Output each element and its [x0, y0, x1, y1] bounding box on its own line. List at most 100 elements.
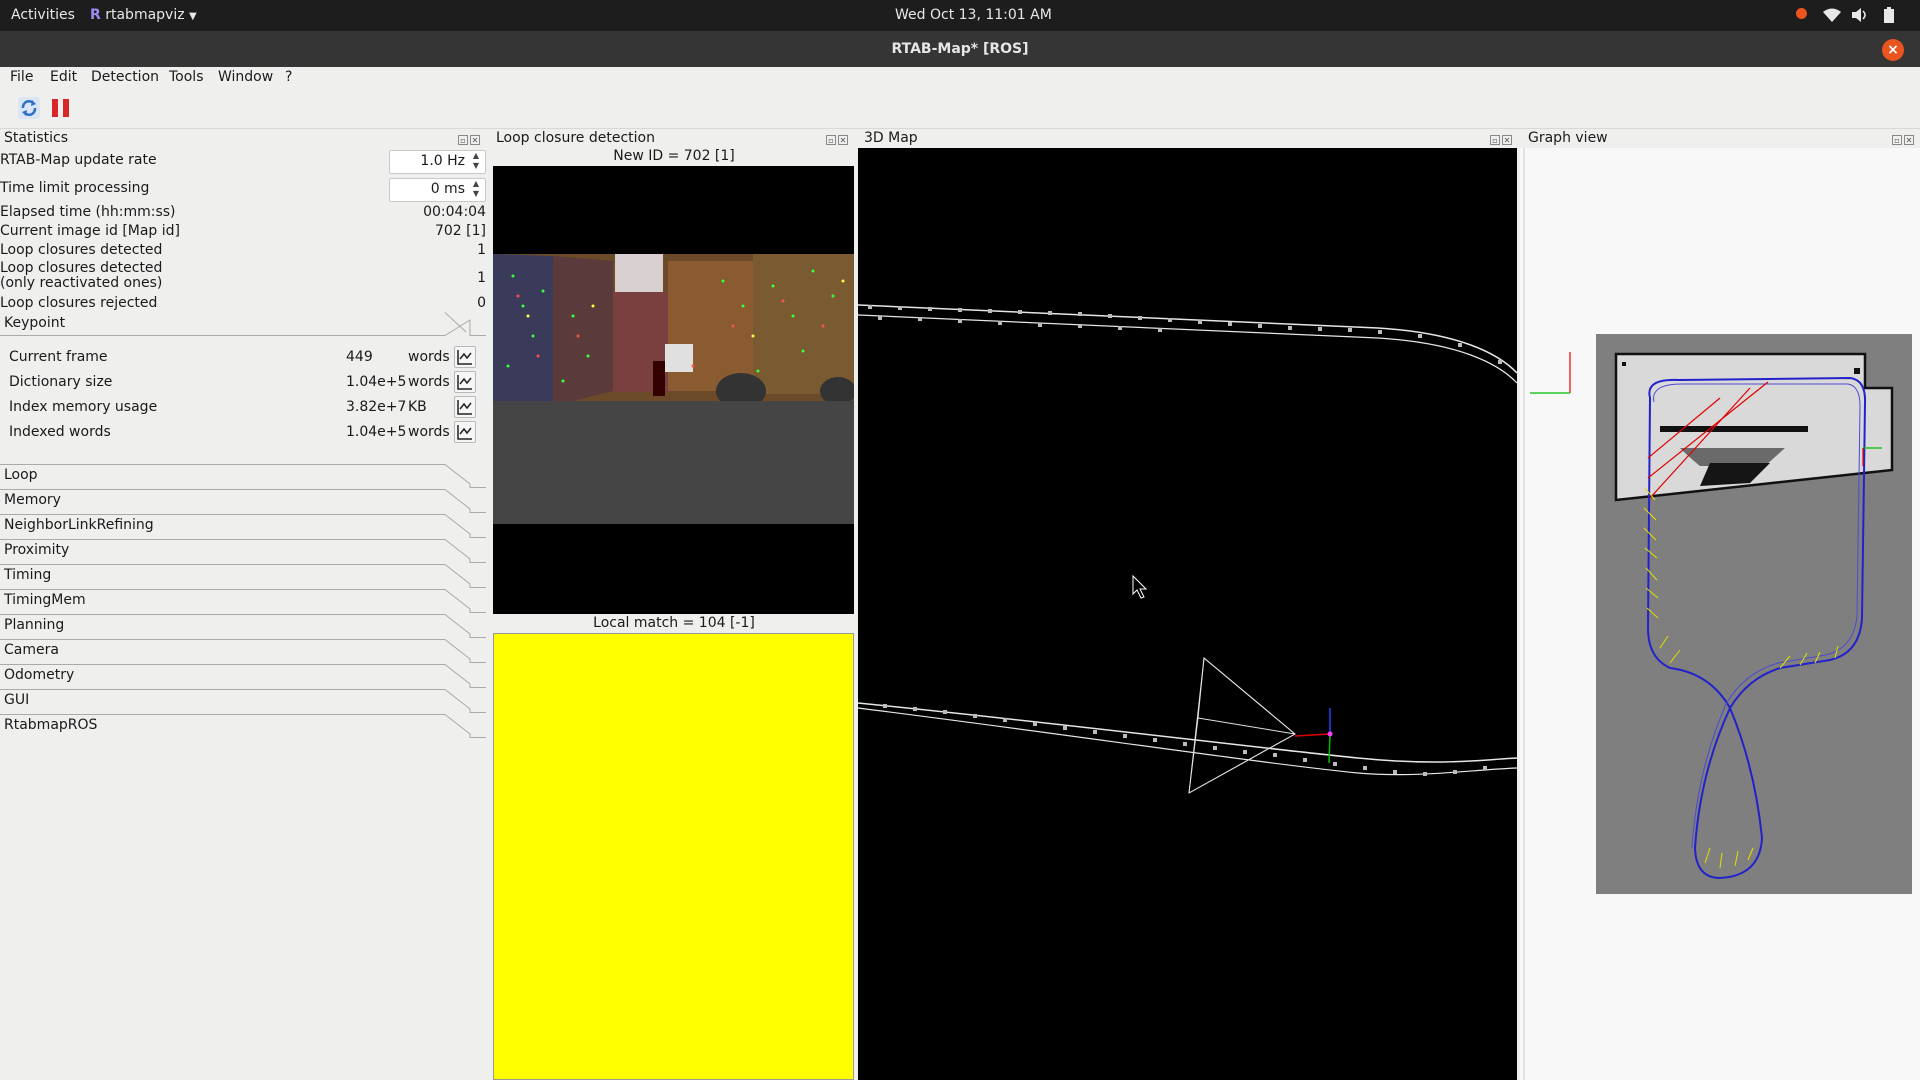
menu-bar: File Edit Detection Tools Window ? — [0, 67, 1920, 89]
section-tab-outline — [0, 312, 486, 336]
camera-image-view[interactable] — [493, 166, 854, 614]
local-match-view[interactable] — [493, 633, 854, 1080]
float-dock-icon[interactable]: ▫ — [826, 135, 836, 145]
menu-file[interactable]: File — [10, 69, 33, 85]
time-limit-spinbox[interactable]: 0 ms ▲ ▼ — [389, 178, 486, 202]
update-rate-value: 1.0 Hz — [420, 153, 465, 169]
update-rate-spinbox[interactable]: 1.0 Hz ▲ ▼ — [389, 150, 486, 174]
app-icon: R — [90, 7, 101, 23]
map3d-dock-title[interactable]: 3D Map — [864, 128, 918, 148]
section-planning[interactable]: Planning — [0, 614, 486, 638]
menu-tools[interactable]: Tools — [169, 69, 204, 85]
loop-rejected-value: 0 — [477, 295, 486, 311]
plot-icon — [457, 400, 472, 415]
statistics-dock-title[interactable]: Statistics — [4, 128, 68, 148]
recording-indicator-icon[interactable] — [1796, 8, 1807, 19]
section-odometry-title: Odometry — [4, 667, 75, 683]
graph-view[interactable] — [1520, 148, 1920, 1080]
spin-arrows-icon[interactable]: ▲ ▼ — [469, 179, 483, 199]
loop-reactivated-value: 1 — [477, 270, 486, 286]
time-limit-value: 0 ms — [430, 181, 465, 197]
time-limit-label: Time limit processing — [0, 180, 150, 196]
section-memory[interactable]: Memory — [0, 489, 486, 513]
section-camera[interactable]: Camera — [0, 639, 486, 663]
section-proximity[interactable]: Proximity — [0, 539, 486, 563]
loop-detected-value: 1 — [477, 242, 486, 258]
kp-dictionary-size-label: Dictionary size — [9, 374, 113, 390]
section-tab-outline — [0, 614, 486, 638]
menu-detection[interactable]: Detection — [91, 69, 159, 85]
battery-icon[interactable] — [1884, 7, 1894, 23]
elapsed-value: 00:04:04 — [423, 204, 486, 220]
close-dock-icon[interactable]: ✕ — [838, 135, 848, 145]
menu-window[interactable]: Window — [218, 69, 273, 85]
app-menu-label: rtabmapviz — [105, 7, 185, 23]
statistics-dock-buttons: ▫ ✕ — [458, 132, 482, 145]
close-window-button[interactable]: × — [1882, 39, 1904, 61]
section-tab-outline — [0, 464, 486, 488]
kp-indexed-words-label: Indexed words — [9, 424, 111, 440]
kp-current-frame-unit: words — [408, 349, 450, 365]
section-planning-title: Planning — [4, 617, 65, 633]
loop-rejected-label: Loop closures rejected — [0, 295, 158, 311]
loop-closure-panel: New ID = 702 [1] Local match = 104 [-1] — [493, 148, 855, 1080]
float-dock-icon[interactable]: ▫ — [1490, 135, 1500, 145]
loop-closure-dock-title[interactable]: Loop closure detection — [496, 128, 655, 148]
section-timing-mem[interactable]: TimingMem — [0, 589, 486, 613]
section-tab-outline — [0, 689, 486, 713]
plot-button[interactable] — [454, 421, 476, 443]
close-dock-icon[interactable]: ✕ — [470, 135, 480, 145]
section-gui[interactable]: GUI — [0, 689, 486, 713]
section-timing[interactable]: Timing — [0, 564, 486, 588]
spin-arrows-icon[interactable]: ▲ ▼ — [469, 151, 483, 171]
section-odometry[interactable]: Odometry — [0, 664, 486, 688]
kp-dictionary-size-unit: words — [408, 374, 450, 390]
section-rtabmap-ros[interactable]: RtabmapROS — [0, 714, 486, 738]
kp-current-frame-label: Current frame — [9, 349, 108, 365]
wifi-icon[interactable] — [1823, 8, 1841, 22]
kp-indexed-words-value: 1.04e+5 — [346, 424, 407, 440]
section-camera-title: Camera — [4, 642, 59, 658]
window-title-bar[interactable]: RTAB-Map* [ROS] × — [0, 31, 1920, 67]
map3d-dock-buttons: ▫ ✕ — [1490, 132, 1514, 145]
current-image-value: 702 [1] — [434, 223, 486, 239]
current-image-label: Current image id [Map id] — [0, 223, 181, 239]
section-memory-title: Memory — [4, 492, 61, 508]
float-dock-icon[interactable]: ▫ — [458, 135, 468, 145]
kp-index-memory-label: Index memory usage — [9, 399, 158, 415]
menu-edit[interactable]: Edit — [50, 69, 77, 85]
loop-detected-label: Loop closures detected — [0, 242, 163, 258]
section-rtabmap-ros-title: RtabmapROS — [4, 717, 98, 733]
section-loop[interactable]: Loop — [0, 464, 486, 488]
graph-dock-buttons: ▫ ✕ — [1892, 132, 1916, 145]
refresh-icon[interactable] — [18, 97, 40, 119]
close-dock-icon[interactable]: ✕ — [1904, 135, 1914, 145]
statistics-panel: RTAB-Map update rate 1.0 Hz ▲ ▼ Time limi… — [0, 148, 490, 1080]
kp-index-memory-unit: KB — [408, 399, 427, 415]
app-menu[interactable]: R rtabmapviz ▼ — [90, 7, 197, 23]
section-keypoint[interactable]: Keypoint — [0, 312, 486, 336]
clock[interactable]: Wed Oct 13, 11:01 AM — [895, 7, 1052, 23]
plot-button[interactable] — [454, 346, 476, 368]
section-proximity-title: Proximity — [4, 542, 70, 558]
plot-button[interactable] — [454, 371, 476, 393]
window-title: RTAB-Map* [ROS] — [891, 41, 1029, 57]
loop-reactivated-line1: Loop closures detected — [0, 260, 163, 276]
activities-button[interactable]: Activities — [11, 7, 75, 23]
section-tab-outline — [0, 639, 486, 663]
menu-help[interactable]: ? — [285, 69, 292, 85]
update-rate-label: RTAB-Map update rate — [0, 152, 157, 168]
loop-reactivated-label: Loop closures detected (only reactivated… — [0, 261, 162, 291]
plot-icon — [457, 375, 472, 390]
section-gui-title: GUI — [4, 692, 30, 708]
close-dock-icon[interactable]: ✕ — [1502, 135, 1512, 145]
section-loop-title: Loop — [4, 467, 38, 483]
section-neighbor-link-refining[interactable]: NeighborLinkRefining — [0, 514, 486, 538]
map3d-view[interactable] — [858, 148, 1517, 1080]
plot-button[interactable] — [454, 396, 476, 418]
volume-icon[interactable] — [1852, 8, 1868, 22]
float-dock-icon[interactable]: ▫ — [1892, 135, 1902, 145]
kp-dictionary-size-value: 1.04e+5 — [346, 374, 407, 390]
graph-dock-title[interactable]: Graph view — [1528, 128, 1608, 148]
pause-icon[interactable] — [51, 97, 71, 119]
